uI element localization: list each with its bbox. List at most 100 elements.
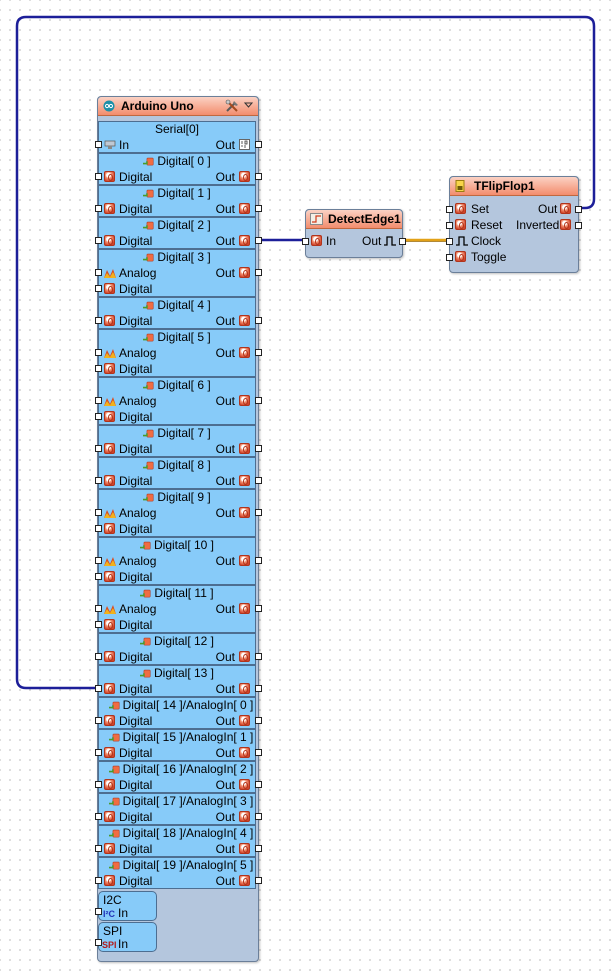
digital-pin-block[interactable]: Digital[ 8 ] Digital Out: [98, 457, 256, 489]
chevron-down-icon[interactable]: [244, 102, 253, 109]
output-row: Out: [195, 505, 255, 521]
analog-in-pin[interactable]: [95, 269, 102, 276]
digital-pin-icon: [104, 875, 115, 886]
digital-out-pin[interactable]: [255, 237, 262, 244]
digital-pin-block[interactable]: Digital[ 16 ]/AnalogIn[ 2 ] Digital Out: [98, 761, 256, 793]
digital-in-pin[interactable]: [95, 525, 102, 532]
digital-out-pin[interactable]: [255, 685, 262, 692]
digital-out-pin[interactable]: [255, 269, 262, 276]
tools-icon[interactable]: [225, 99, 241, 113]
digital-in-pin[interactable]: [95, 653, 102, 660]
digital-out-pin[interactable]: [255, 397, 262, 404]
tflipflop-clock-row: Clock: [446, 233, 578, 249]
analog-in-pin[interactable]: [95, 509, 102, 516]
digital-pin-icon: [104, 363, 115, 374]
tflipflop-reset-pin[interactable]: [446, 222, 453, 229]
digital-pin-block[interactable]: Digital[ 19 ]/AnalogIn[ 5 ] Digital Out: [98, 857, 256, 889]
digital-pin-title: Digital[ 8 ]: [99, 458, 255, 474]
tflipflop-title-bar[interactable]: TFlipFlop1: [450, 177, 578, 196]
digital-in-pin[interactable]: [95, 813, 102, 820]
digital-pin-block[interactable]: Digital[ 13 ] Digital Out: [98, 665, 256, 697]
detect-edge-out-pin[interactable]: [399, 238, 406, 245]
digital-pin-block[interactable]: Digital[ 11 ] Analog Digital Out: [98, 585, 256, 633]
digital-in-pin[interactable]: [95, 781, 102, 788]
tflipflop-out-pin[interactable]: [575, 206, 582, 213]
digital-pin-block[interactable]: Digital[ 7 ] Digital Out: [98, 425, 256, 457]
analog-in-pin[interactable]: [95, 605, 102, 612]
digital-in-pin[interactable]: [95, 173, 102, 180]
digital-out-pin[interactable]: [255, 477, 262, 484]
digital-pin-block[interactable]: Digital[ 2 ] Digital Out: [98, 217, 256, 249]
digital-out-pin[interactable]: [255, 877, 262, 884]
digital-in-pin[interactable]: [95, 237, 102, 244]
serial-out-pin[interactable]: [255, 141, 262, 148]
digital-out-pin[interactable]: [255, 205, 262, 212]
digital-in-pin[interactable]: [95, 573, 102, 580]
digital-pin-block[interactable]: Digital[ 3 ] Analog Digital Out: [98, 249, 256, 297]
digital-pin-block[interactable]: Digital[ 9 ] Analog Digital Out: [98, 489, 256, 537]
digital-pin-block[interactable]: Digital[ 10 ] Analog Digital Out: [98, 537, 256, 585]
digital-out-pin[interactable]: [255, 557, 262, 564]
digital-label: Digital: [119, 282, 153, 296]
digital-pin-header-icon: [143, 333, 154, 342]
digital-pin-block[interactable]: Digital[ 18 ]/AnalogIn[ 4 ] Digital Out: [98, 825, 256, 857]
detect-edge-title-bar[interactable]: DetectEdge1: [306, 210, 402, 229]
digital-pin-block[interactable]: Digital[ 1 ] Digital Out: [98, 185, 256, 217]
digital-out-pin[interactable]: [255, 173, 262, 180]
digital-pin-block[interactable]: Digital[ 12 ] Digital Out: [98, 633, 256, 665]
digital-in-pin[interactable]: [95, 285, 102, 292]
digital-in-pin[interactable]: [95, 445, 102, 452]
i2c-block[interactable]: I2C I²C In: [98, 891, 157, 921]
analog-label: Analog: [119, 346, 157, 360]
digital-in-pin[interactable]: [95, 845, 102, 852]
digital-pin-icon: [104, 843, 115, 854]
digital-out-pin[interactable]: [255, 717, 262, 724]
serial-0-block[interactable]: Serial[0] In Out: [98, 121, 256, 153]
digital-out-pin[interactable]: [255, 317, 262, 324]
digital-pin-title-text: Digital[ 7 ]: [157, 426, 211, 440]
digital-in-pin[interactable]: [95, 477, 102, 484]
analog-in-pin[interactable]: [95, 557, 102, 564]
tflipflop-set-pin[interactable]: [446, 206, 453, 213]
digital-pin-block[interactable]: Digital[ 6 ] Analog Digital Out: [98, 377, 256, 425]
digital-out-pin[interactable]: [255, 605, 262, 612]
tflipflop-inverted-pin[interactable]: [575, 222, 582, 229]
digital-pin-block[interactable]: Digital[ 4 ] Digital Out: [98, 297, 256, 329]
detect-edge-in-pin[interactable]: [302, 238, 309, 245]
digital-pin-block[interactable]: Digital[ 0 ] Digital Out: [98, 153, 256, 185]
digital-out-pin[interactable]: [255, 445, 262, 452]
analog-in-pin[interactable]: [95, 397, 102, 404]
out-label: Out: [215, 506, 235, 520]
spi-in-pin[interactable]: [95, 939, 102, 946]
tflipflop-clock-pin[interactable]: [446, 238, 453, 245]
digital-in-pin[interactable]: [95, 317, 102, 324]
digital-out-pin[interactable]: [255, 813, 262, 820]
digital-in-pin[interactable]: [95, 685, 102, 692]
digital-pin-block[interactable]: Digital[ 15 ]/AnalogIn[ 1 ] Digital Out: [98, 729, 256, 761]
digital-out-pin[interactable]: [255, 349, 262, 356]
digital-pin-title: Digital[ 9 ]: [99, 490, 255, 506]
digital-out-pin[interactable]: [255, 653, 262, 660]
digital-out-pin[interactable]: [255, 509, 262, 516]
digital-out-pin[interactable]: [255, 781, 262, 788]
digital-in-pin[interactable]: [95, 365, 102, 372]
digital-in-pin[interactable]: [95, 877, 102, 884]
tflipflop-toggle-pin[interactable]: [446, 254, 453, 261]
arduino-title-bar[interactable]: Arduino Uno: [98, 97, 258, 116]
digital-in-pin[interactable]: [95, 621, 102, 628]
analog-in-pin[interactable]: [95, 349, 102, 356]
spi-block[interactable]: SPI SPI In: [98, 922, 157, 952]
output-row: Out: [195, 873, 255, 889]
digital-out-pin[interactable]: [255, 845, 262, 852]
digital-pin-block[interactable]: Digital[ 5 ] Analog Digital Out: [98, 329, 256, 377]
serial-in-pin[interactable]: [95, 141, 102, 148]
digital-pin-title: Digital[ 18 ]/AnalogIn[ 4 ]: [99, 826, 255, 842]
digital-in-pin[interactable]: [95, 717, 102, 724]
i2c-in-pin[interactable]: [95, 908, 102, 915]
digital-in-pin[interactable]: [95, 749, 102, 756]
digital-pin-block[interactable]: Digital[ 17 ]/AnalogIn[ 3 ] Digital Out: [98, 793, 256, 825]
digital-in-pin[interactable]: [95, 205, 102, 212]
digital-in-pin[interactable]: [95, 413, 102, 420]
digital-out-pin[interactable]: [255, 749, 262, 756]
digital-pin-block[interactable]: Digital[ 14 ]/AnalogIn[ 0 ] Digital Out: [98, 697, 256, 729]
